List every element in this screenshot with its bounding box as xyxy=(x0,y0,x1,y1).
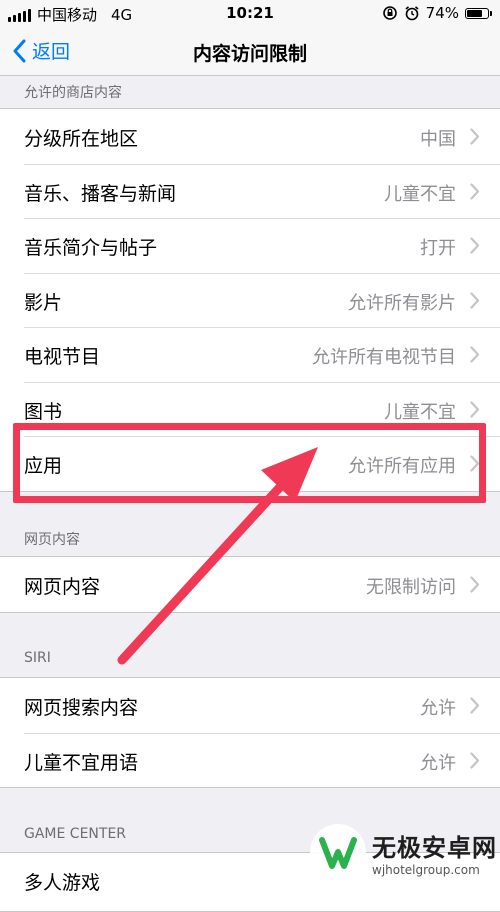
watermark-logo xyxy=(310,824,366,880)
annotation-arrow xyxy=(117,447,318,665)
watermark-title: 无极安卓网 xyxy=(372,834,497,862)
watermark: 无极安卓网 wjhotelgroup.com xyxy=(300,812,500,889)
watermark-url: wjhotelgroup.com xyxy=(372,863,480,877)
